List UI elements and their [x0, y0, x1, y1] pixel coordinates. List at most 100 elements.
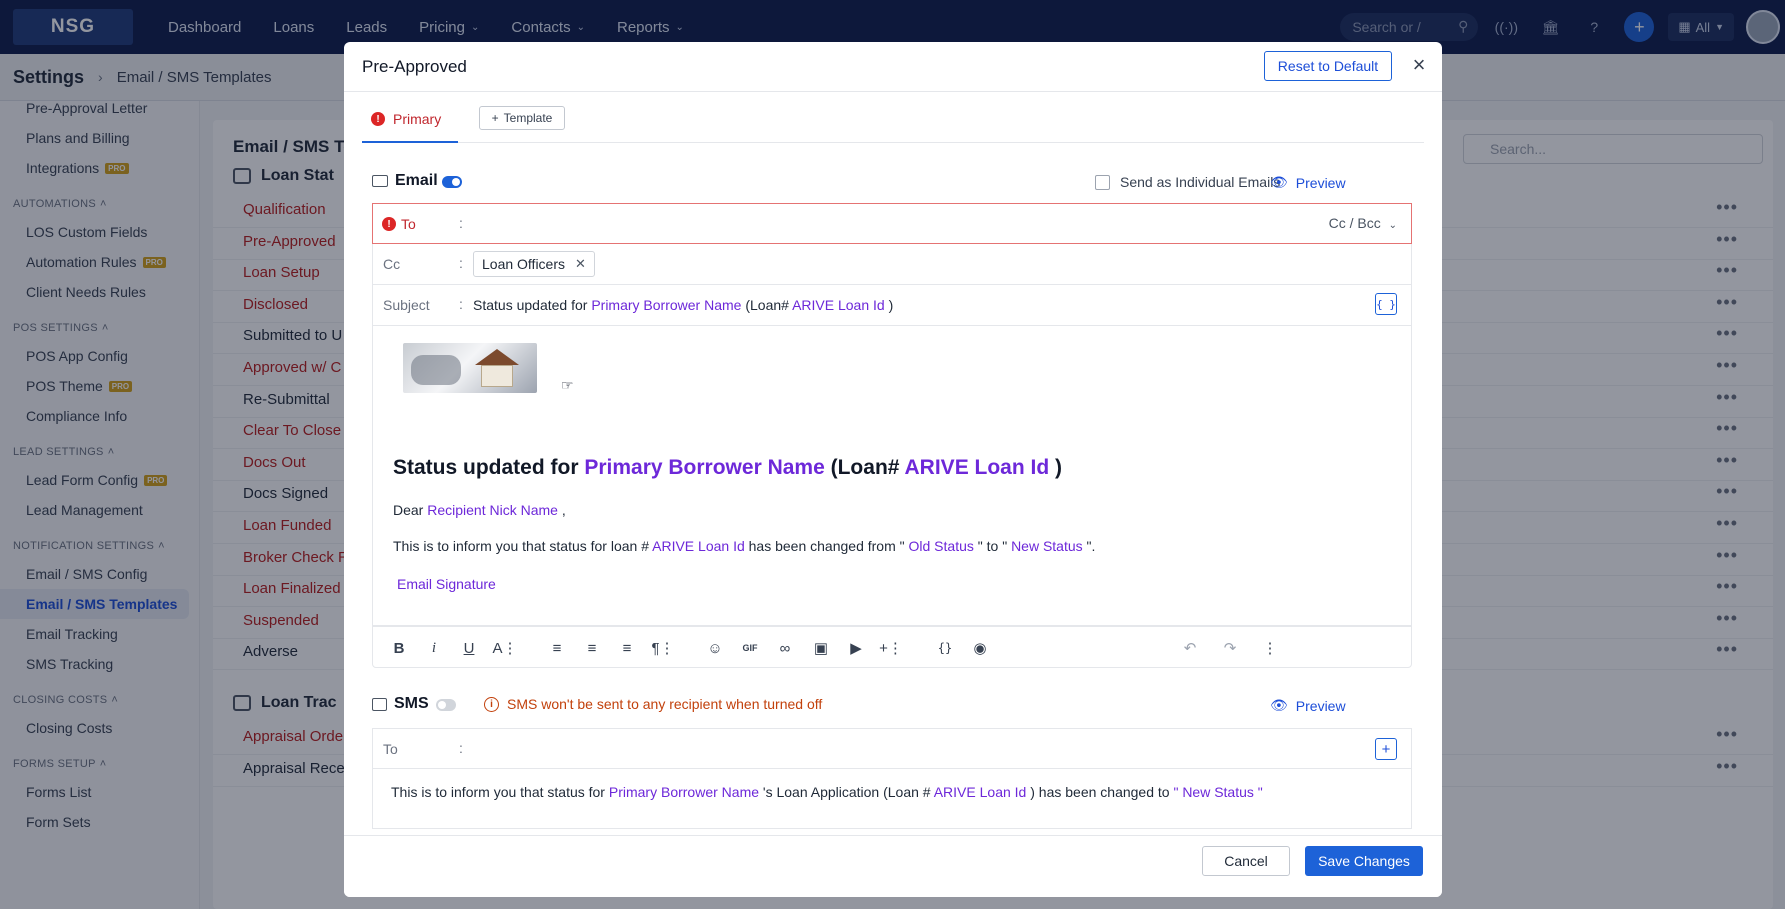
align-right-icon[interactable]: ≡ — [616, 637, 638, 659]
to-label: To — [401, 216, 416, 232]
sms-variable[interactable]: " New Status " — [1173, 784, 1262, 800]
emoji-icon[interactable]: ☺ — [704, 637, 726, 659]
variables-icon[interactable]: {} — [934, 637, 956, 659]
subject-text-part: (Loan# — [741, 297, 793, 313]
app-root: NSG Dashboard Loans Leads Pricing ⌄ Contacts ⌄… — [0, 0, 1785, 909]
insert-more-icon[interactable]: +⋮ — [879, 637, 903, 659]
send-individual-checkbox[interactable] — [1095, 175, 1110, 190]
sms-body-text[interactable]: This is to inform you that status for Pr… — [391, 784, 1263, 800]
status-info-line[interactable]: This is to inform you that status for lo… — [393, 538, 1095, 554]
link-icon[interactable]: ∞ — [774, 637, 796, 659]
bold-icon[interactable]: B — [388, 637, 410, 659]
plus-icon: + — [491, 111, 499, 125]
add-template-button[interactable]: + Template — [479, 106, 565, 130]
subject-label: Subject — [383, 297, 430, 313]
greeting-end: , — [557, 502, 566, 518]
sms-preview-label: Preview — [1295, 697, 1346, 714]
sms-label: SMS — [394, 695, 429, 712]
info-variable[interactable]: Old Status — [909, 538, 974, 554]
modal-header: Pre-Approved Reset to Default × — [344, 42, 1442, 92]
image-icon[interactable]: ▣ — [810, 637, 832, 659]
cc-bcc-toggle[interactable]: Cc / Bcc ⌄ — [1329, 215, 1397, 231]
align-left-icon[interactable]: ≡ — [546, 637, 568, 659]
tab-primary-label: Primary — [393, 111, 442, 127]
subject-variable[interactable]: ARIVE Loan Id — [792, 297, 885, 313]
video-icon[interactable]: ▶ — [845, 637, 867, 659]
email-label: Email — [395, 172, 438, 189]
tab-primary[interactable]: ! Primary — [362, 97, 458, 143]
heading-text-part: ) — [1049, 456, 1063, 479]
info-variable[interactable]: New Status — [1011, 538, 1083, 554]
email-to-field[interactable]: ! To : Cc / Bcc ⌄ — [372, 203, 1412, 244]
email-preview-label: Preview — [1295, 174, 1346, 191]
subject-text-part: ) — [884, 297, 894, 313]
sms-text-part: 's Loan Application (Loan # — [759, 784, 934, 800]
to-colon: : — [459, 215, 463, 231]
email-body-heading[interactable]: Status updated for Primary Borrower Name… — [393, 456, 1062, 480]
template-editor-modal: Pre-Approved Reset to Default × ! Primar… — [344, 42, 1442, 897]
save-changes-button[interactable]: Save Changes — [1305, 846, 1423, 876]
italic-icon[interactable]: i — [423, 637, 445, 659]
undo-icon[interactable]: ↶ — [1179, 637, 1201, 659]
pointer-cursor-icon: ☞ — [561, 377, 574, 393]
modal-title: Pre-Approved — [362, 57, 467, 76]
sms-to-field[interactable]: To : + — [372, 728, 1412, 769]
email-preview-button[interactable]: 👁 Preview — [1270, 174, 1346, 191]
paragraph-icon[interactable]: ¶⋮ — [651, 637, 674, 659]
font-size-icon[interactable]: A⋮ — [493, 637, 518, 659]
cc-chip-label: Loan Officers — [482, 256, 566, 272]
email-section-header: Email Send as Individual Emails 👁 Previe… — [372, 169, 1412, 197]
cancel-button[interactable]: Cancel — [1202, 846, 1290, 876]
subject-colon: : — [459, 296, 463, 312]
reset-to-default-button[interactable]: Reset to Default — [1264, 51, 1392, 81]
editor-toolbar: B i U A⋮ ≡ ≡ ≡ ¶⋮ ☺ GIF ∞ ▣ ▶ +⋮ {} ◉ ↶ … — [372, 626, 1412, 668]
error-icon: ! — [382, 217, 396, 231]
sms-preview-button[interactable]: 👁 Preview — [1270, 697, 1346, 714]
template-tabs: ! Primary + Template — [362, 97, 1424, 143]
add-sms-recipient-icon[interactable]: + — [1375, 738, 1397, 760]
cc-colon: : — [459, 255, 463, 271]
eye-icon: 👁 — [1270, 174, 1288, 190]
preview-eye-icon[interactable]: ◉ — [969, 637, 991, 659]
mail-icon — [372, 175, 388, 187]
sms-toggle[interactable] — [436, 699, 456, 711]
redo-icon[interactable]: ↷ — [1219, 637, 1241, 659]
close-icon[interactable]: × — [1406, 52, 1432, 78]
sms-text-part: ) has been changed to — [1026, 784, 1174, 800]
cc-label: Cc — [383, 256, 401, 272]
sms-body-editor[interactable]: This is to inform you that status for Pr… — [372, 769, 1412, 829]
greeting-variable[interactable]: Recipient Nick Name — [427, 502, 558, 518]
info-variable[interactable]: ARIVE Loan Id — [652, 538, 745, 554]
sms-variable[interactable]: ARIVE Loan Id — [934, 784, 1027, 800]
heading-variable[interactable]: Primary Borrower Name — [584, 456, 824, 479]
greeting-line[interactable]: Dear Recipient Nick Name , — [393, 502, 566, 518]
sms-section-header: SMS i SMS won't be sent to any recipient… — [372, 692, 1412, 720]
email-cc-field[interactable]: Cc : Loan Officers ✕ — [372, 244, 1412, 285]
gif-icon[interactable]: GIF — [739, 637, 761, 659]
sms-to-label: To — [383, 741, 398, 757]
house-banner-image[interactable] — [403, 343, 537, 393]
cc-recipient-chip: Loan Officers ✕ — [473, 251, 595, 277]
align-center-icon[interactable]: ≡ — [581, 637, 603, 659]
cc-bcc-label: Cc / Bcc — [1328, 215, 1381, 231]
remove-chip-icon[interactable]: ✕ — [575, 256, 586, 272]
info-text-part: ". — [1082, 538, 1096, 554]
modal-footer: Cancel Save Changes — [344, 835, 1442, 897]
sms-variable[interactable]: Primary Borrower Name — [609, 784, 759, 800]
add-template-label: Template — [503, 111, 553, 125]
subject-text[interactable]: Status updated for Primary Borrower Name… — [473, 297, 893, 313]
image-house — [481, 365, 513, 387]
info-icon: i — [484, 696, 499, 712]
subject-variable[interactable]: Primary Borrower Name — [591, 297, 741, 313]
chevron-down-icon: ⌄ — [1388, 220, 1397, 231]
insert-variable-icon[interactable]: { } — [1375, 293, 1397, 315]
info-text-part: " to " — [973, 538, 1012, 554]
email-signature-variable[interactable]: Email Signature — [397, 576, 496, 592]
heading-variable[interactable]: ARIVE Loan Id — [905, 456, 1050, 479]
email-body-editor[interactable]: ☞ Status updated for Primary Borrower Na… — [372, 326, 1412, 626]
email-subject-field[interactable]: Subject : Status updated for Primary Bor… — [372, 285, 1412, 326]
sms-text-part: This is to inform you that status for — [391, 784, 609, 800]
email-toggle[interactable] — [442, 176, 462, 188]
underline-icon[interactable]: U — [458, 637, 480, 659]
more-options-icon[interactable]: ⋮ — [1259, 637, 1281, 659]
